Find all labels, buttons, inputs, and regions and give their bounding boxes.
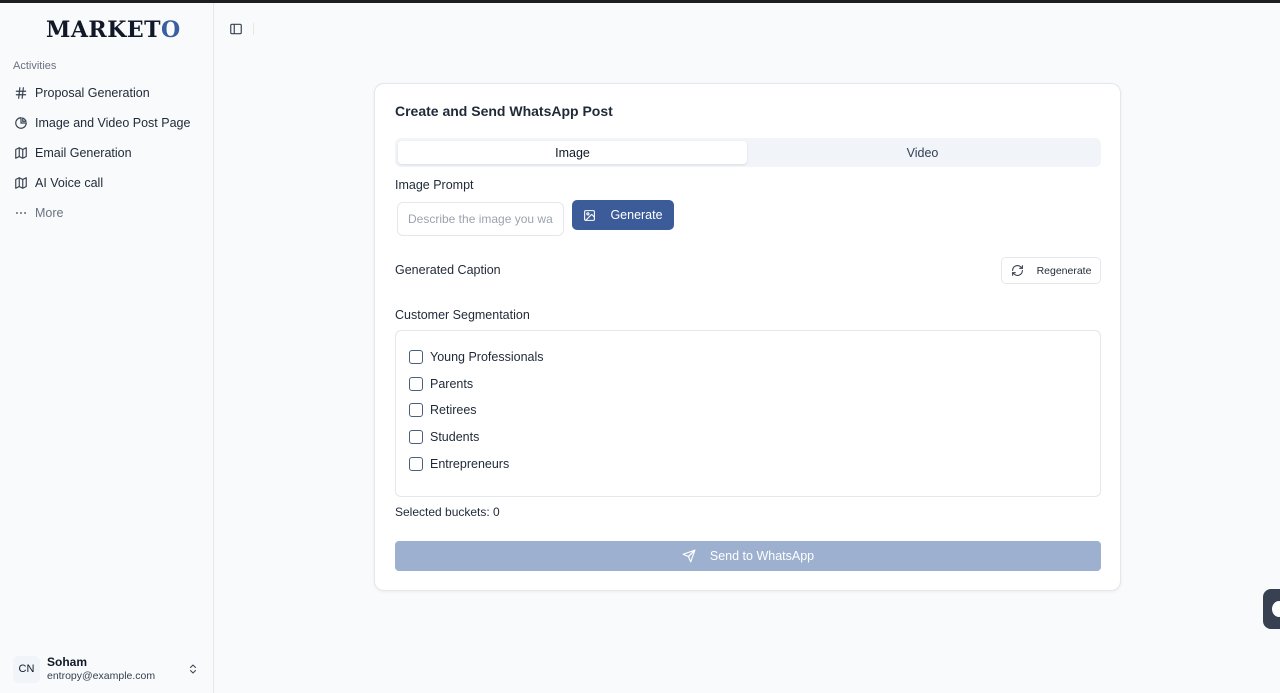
sidebar-item-ai-voice-call[interactable]: AI Voice call xyxy=(8,170,204,196)
sidebar-item-label: Image and Video Post Page xyxy=(35,116,191,130)
sidebar-item-email-generation[interactable]: Email Generation xyxy=(8,140,204,166)
sidebar-item-more[interactable]: More xyxy=(8,200,204,226)
sidebar-toggle-icon[interactable] xyxy=(229,22,243,36)
image-prompt-label: Image Prompt xyxy=(395,178,474,192)
checkbox[interactable] xyxy=(409,377,423,391)
sidebar-section-label: Activities xyxy=(13,60,57,72)
tab-video[interactable]: Video xyxy=(748,141,1097,164)
sidebar: MARKETO Activities Proposal Generation I… xyxy=(0,3,214,693)
refresh-icon xyxy=(1011,265,1023,276)
sidebar-item-proposal-generation[interactable]: Proposal Generation xyxy=(8,80,204,106)
sidebar-item-image-video-post[interactable]: Image and Video Post Page xyxy=(8,110,204,136)
pie-chart-icon xyxy=(15,117,27,129)
regenerate-button[interactable]: Regenerate xyxy=(1001,257,1101,284)
app-logo[interactable]: MARKETO xyxy=(46,17,181,43)
sidebar-item-label: Email Generation xyxy=(35,146,132,160)
segmentation-list: Young Professionals Parents Retirees Stu… xyxy=(395,330,1101,497)
map-icon xyxy=(15,177,27,189)
checkbox[interactable] xyxy=(409,430,423,444)
map-icon xyxy=(15,147,27,159)
checkbox[interactable] xyxy=(409,457,423,471)
generated-caption-label: Generated Caption xyxy=(395,263,501,277)
sidebar-item-label: AI Voice call xyxy=(35,176,104,190)
segment-retirees[interactable]: Retirees xyxy=(409,403,477,417)
ellipsis-icon xyxy=(15,211,27,215)
avatar: CN xyxy=(13,655,40,683)
checkbox[interactable] xyxy=(409,350,423,364)
chat-widget-button[interactable] xyxy=(1263,589,1280,629)
user-email: entropy@example.com xyxy=(47,670,156,682)
sidebar-item-label: Proposal Generation xyxy=(35,86,150,100)
image-prompt-input[interactable] xyxy=(397,202,564,236)
customer-segmentation-label: Customer Segmentation xyxy=(395,308,530,322)
media-tabs: Image Video xyxy=(395,138,1101,167)
checkbox[interactable] xyxy=(409,403,423,417)
user-menu[interactable]: CN Soham entropy@example.com xyxy=(13,653,205,685)
segment-entrepreneurs[interactable]: Entrepreneurs xyxy=(409,457,509,471)
generate-button[interactable]: Generate xyxy=(572,200,674,230)
chevrons-up-down-icon xyxy=(190,664,196,674)
tab-image[interactable]: Image xyxy=(398,141,747,164)
segment-young-professionals[interactable]: Young Professionals xyxy=(409,350,544,364)
segment-parents[interactable]: Parents xyxy=(409,377,473,391)
user-name: Soham xyxy=(47,655,88,669)
sidebar-item-label: More xyxy=(35,206,64,220)
hash-icon xyxy=(15,87,27,99)
send-icon xyxy=(682,549,696,563)
send-to-whatsapp-button[interactable]: Send to WhatsApp xyxy=(395,541,1101,571)
segment-students[interactable]: Students xyxy=(409,430,479,444)
header-divider xyxy=(253,23,254,35)
whatsapp-post-card: Create and Send WhatsApp Post Image Vide… xyxy=(374,83,1121,591)
selected-buckets-count: Selected buckets: 0 xyxy=(395,505,500,519)
image-icon xyxy=(584,209,596,221)
card-title: Create and Send WhatsApp Post xyxy=(395,103,613,119)
